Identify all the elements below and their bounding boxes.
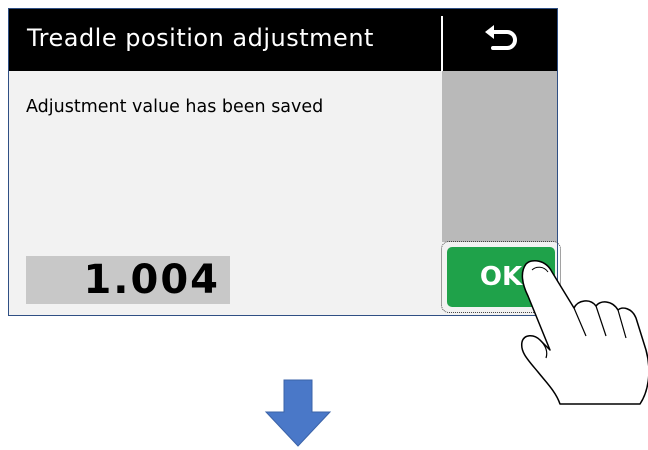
device-screen: Treadle position adjustment Adjustment v… [8, 8, 561, 316]
adjustment-value-display: 1.004 [26, 256, 230, 304]
ok-button[interactable]: OK [447, 247, 555, 307]
status-message: Adjustment value has been saved [26, 97, 324, 117]
title-bar: Treadle position adjustment [9, 9, 557, 72]
back-button[interactable] [444, 9, 557, 71]
screen-title: Treadle position adjustment [27, 24, 374, 52]
return-arrow-icon [484, 25, 517, 50]
header-divider [441, 16, 443, 72]
side-panel [442, 71, 557, 242]
ok-button-label: OK [479, 262, 523, 292]
adjustment-value: 1.004 [83, 257, 220, 303]
